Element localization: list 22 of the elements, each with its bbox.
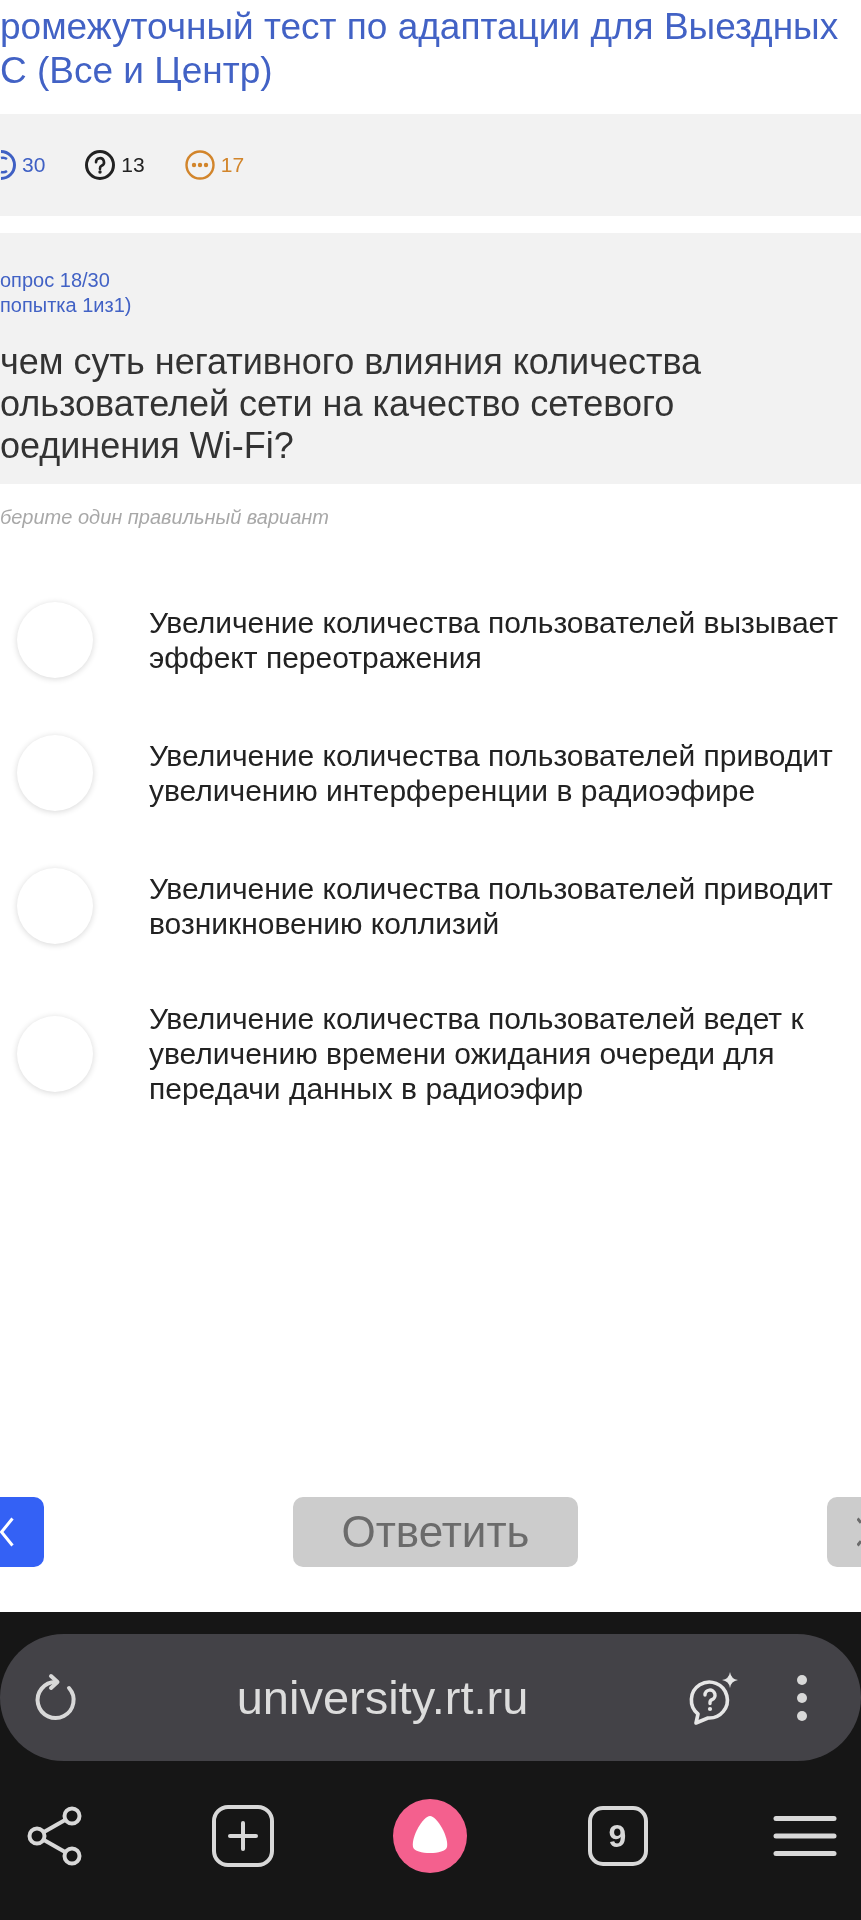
menu-icon[interactable] (773, 1815, 837, 1857)
more-icon[interactable] (796, 1673, 808, 1722)
stat-value: 17 (220, 153, 245, 177)
answer-text: Увеличение количества пользователей вызывает эффект переотражения (149, 605, 839, 675)
share-icon[interactable] (27, 1806, 83, 1866)
instruction-text: берите один правильный вариант (0, 505, 329, 529)
tabs-button[interactable]: 9 (587, 1806, 648, 1866)
previous-button[interactable] (0, 1497, 44, 1567)
stat-value: 13 (121, 153, 145, 177)
attempt-label: попытка 1из1) (0, 293, 132, 318)
question-number: опрос 18/30 (0, 268, 110, 293)
answer-text: Увеличение количества пользователей приводит увеличению интерференции в радиоэфире (149, 738, 833, 808)
stat-value: 30 (22, 153, 46, 177)
question-text: чем суть негативного влияния количества ользователей сети на качество сетевого оединения Wi-Fi? (0, 341, 702, 467)
chevron-right-icon (857, 1517, 861, 1547)
answer-text: Увеличение количества пользователей ведет к увеличению времени ожидания очереди для передачи данных в радиоэфир (149, 1001, 804, 1106)
chevron-left-icon (0, 1517, 14, 1547)
url-text[interactable]: university.rt.ru (236, 1670, 529, 1725)
new-tab-icon[interactable] (211, 1805, 274, 1867)
answer-text: Увеличение количества пользователей приводит возникновению коллизий (149, 871, 833, 941)
page-title: ромежуточный тест по адаптации для Выездных С (Все и Центр) (0, 5, 839, 93)
assistant-icon[interactable] (393, 1799, 467, 1873)
